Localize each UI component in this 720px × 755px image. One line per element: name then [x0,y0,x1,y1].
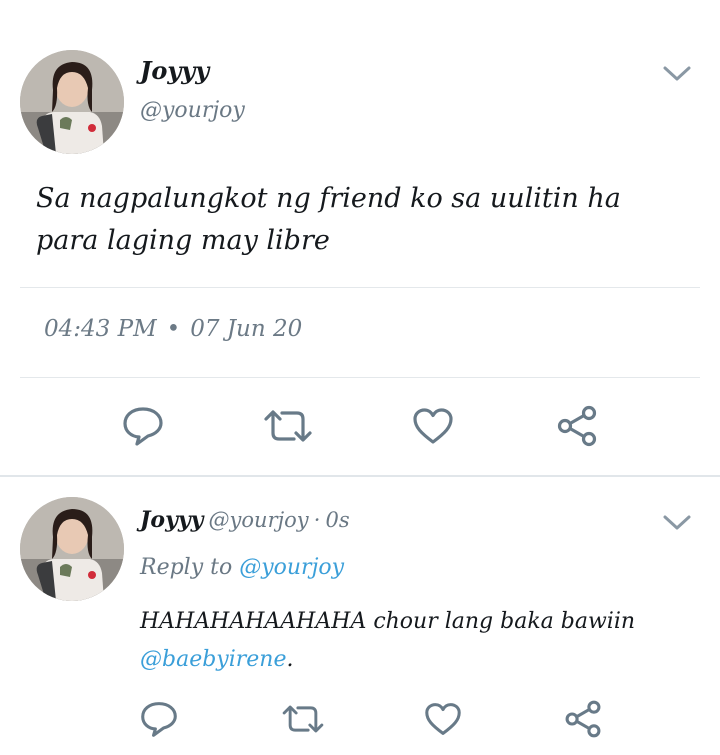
retweet-icon [282,705,324,733]
reply-header: Joyyy @yourjoy · 0s [140,507,350,533]
timestamp-separator: • [166,316,181,342]
main-tweet: Joyyy @yourjoy Sa nagpalungkot ng friend… [0,0,720,476]
tweet-date: 07 Jun 20 [190,316,303,342]
avatar-photo [20,50,124,154]
tweet-time-ago: 0s [325,508,350,532]
like-button[interactable] [408,404,458,448]
retweet-button[interactable] [278,699,328,739]
heart-icon [425,703,461,735]
avatar[interactable] [20,497,124,601]
mention-suffix: . [286,647,294,672]
reply-to-label: Reply to [140,555,233,580]
chevron-down-icon[interactable] [662,64,692,84]
display-name[interactable]: Joyyy [140,56,209,85]
retweet-icon [264,410,312,442]
tweet-time: 04:43 PM [44,316,157,342]
reply-icon [141,702,177,737]
header-separator: · [313,508,321,532]
reply-button[interactable] [118,404,168,448]
reply-to-line: Reply to @yourjoy [140,555,344,580]
display-name[interactable]: Joyyy [140,507,203,533]
divider [20,287,700,288]
retweet-button[interactable] [258,404,318,448]
avatar[interactable] [20,50,124,154]
user-handle[interactable]: @yourjoy [209,508,309,532]
share-button[interactable] [552,404,602,448]
chevron-down-icon[interactable] [662,513,692,533]
reply-tweet: Joyyy @yourjoy · 0s Reply to @yourjoy HA… [0,477,720,755]
share-icon [557,405,597,447]
user-handle[interactable]: @yourjoy [140,98,245,123]
mention-link[interactable]: @baebyirene [140,647,287,672]
like-button[interactable] [420,699,466,739]
tweet-text: Sa nagpalungkot ng friend ko sa uulitin … [36,183,621,256]
reply-button[interactable] [136,699,182,739]
tweet-text: HAHAHAHAAHAHA chour lang baka bawiin @ba… [140,603,680,679]
reply-icon [123,407,163,446]
reply-to-handle-link[interactable]: @yourjoy [239,555,344,580]
reply-body: HAHAHAHAAHAHA chour lang baka bawiin [140,609,636,634]
share-icon [565,700,601,738]
heart-icon [413,408,453,444]
avatar-photo [20,497,124,601]
divider [20,377,700,378]
share-button[interactable] [560,699,606,739]
tweet-timestamp[interactable]: 04:43 PM • 07 Jun 20 [44,316,302,342]
